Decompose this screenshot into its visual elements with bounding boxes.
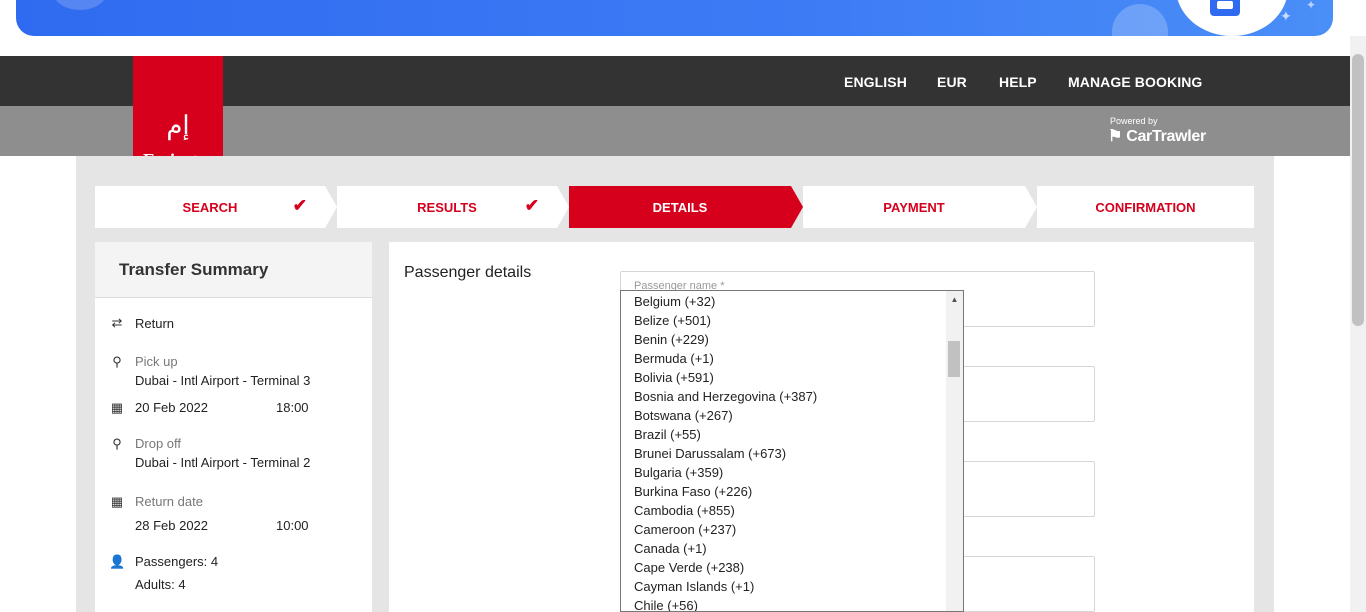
country-code-option[interactable]: Chile (+56)	[621, 596, 963, 611]
country-code-option[interactable]: Bulgaria (+359)	[621, 463, 963, 482]
sparkle-icon: ✦	[1306, 0, 1317, 12]
nav-currency[interactable]: EUR	[937, 74, 967, 90]
page-scrollbar[interactable]	[1350, 36, 1366, 612]
banner-decoration	[1112, 4, 1168, 36]
country-code-option[interactable]: Cameroon (+237)	[621, 520, 963, 539]
dropdown-scrollbar-thumb[interactable]	[948, 341, 960, 377]
person-icon: 👤	[109, 554, 126, 569]
country-code-option[interactable]: Burkina Faso (+226)	[621, 482, 963, 501]
trip-type: Return	[135, 316, 175, 331]
summary-title: Transfer Summary	[95, 242, 372, 298]
banner-decoration	[52, 0, 108, 10]
check-icon: ✔	[292, 196, 307, 215]
pickup-location: Dubai - Intl Airport - Terminal 3	[135, 373, 311, 388]
country-code-option[interactable]: Bermuda (+1)	[621, 349, 963, 368]
country-code-option[interactable]: Cayman Islands (+1)	[621, 577, 963, 596]
country-code-option[interactable]: Cape Verde (+238)	[621, 558, 963, 577]
return-time: 10:00	[276, 518, 309, 533]
calendar-icon: ▦	[110, 494, 124, 509]
dropoff-label: Drop off	[135, 436, 182, 451]
country-code-list: Belgium (+32) Belize (+501) Benin (+229) Be…	[621, 292, 963, 611]
calendar-icon: ▦	[110, 400, 124, 415]
return-date-label: Return date	[135, 494, 203, 509]
check-icon: ✔	[524, 196, 539, 215]
booking-progress-steps: SEARCH ✔ RESULTS ✔ DETAILS PAYMENT CONFI…	[95, 186, 1254, 228]
pickup-label: Pick up	[135, 354, 178, 369]
scroll-up-arrow-icon[interactable]: ▲	[946, 291, 963, 308]
step-label: PAYMENT	[883, 199, 945, 215]
partner-name: CarTrawler	[1126, 128, 1206, 145]
step-label: SEARCH	[182, 199, 238, 215]
country-code-option[interactable]: Brunei Darussalam (+673)	[621, 444, 963, 463]
step-search[interactable]: SEARCH ✔	[95, 186, 325, 228]
form-title: Passenger details	[404, 264, 532, 281]
step-payment: PAYMENT	[803, 186, 1025, 228]
app-icon	[1210, 0, 1240, 16]
country-code-option[interactable]: Cambodia (+855)	[621, 501, 963, 520]
step-results[interactable]: RESULTS ✔	[337, 186, 557, 228]
transfer-summary-panel: Transfer Summary ⇄ Return ⚲ Pick up Duba…	[95, 242, 372, 612]
step-separator	[325, 186, 337, 228]
country-code-option[interactable]: Belize (+501)	[621, 311, 963, 330]
dropdown-scrollbar[interactable]: ▲	[946, 291, 963, 611]
location-pin-icon: ⚲	[112, 436, 122, 451]
adult-count: Adults: 4	[135, 577, 186, 592]
sparkle-icon: ✦	[1280, 8, 1292, 24]
powered-by-label: Powered by	[1110, 116, 1158, 126]
passenger-count: Passengers: 4	[135, 554, 219, 569]
step-confirmation: CONFIRMATION	[1037, 186, 1254, 228]
country-code-option[interactable]: Benin (+229)	[621, 330, 963, 349]
pickup-time: 18:00	[276, 400, 309, 415]
step-separator	[557, 186, 569, 228]
country-code-option[interactable]: Bosnia and Herzegovina (+387)	[621, 387, 963, 406]
location-pin-icon: ⚲	[112, 354, 122, 369]
step-separator	[791, 186, 803, 228]
country-code-option[interactable]: Belgium (+32)	[621, 292, 963, 311]
nav-manage-booking[interactable]: MANAGE BOOKING	[1068, 74, 1202, 90]
cartrawler-logo: ⚑ CarTrawler	[1108, 128, 1206, 145]
nav-help[interactable]: HELP	[999, 74, 1037, 90]
step-label: DETAILS	[652, 199, 708, 215]
page-scrollbar-thumb[interactable]	[1352, 54, 1364, 326]
country-code-option[interactable]: Botswana (+267)	[621, 406, 963, 425]
step-label: RESULTS	[417, 199, 477, 215]
dropoff-location: Dubai - Intl Airport - Terminal 2	[135, 455, 311, 470]
country-code-option[interactable]: Brazil (+55)	[621, 425, 963, 444]
nav-language[interactable]: ENGLISH	[844, 74, 907, 90]
country-code-option[interactable]: Bolivia (+591)	[621, 368, 963, 387]
step-details[interactable]: DETAILS	[569, 186, 791, 228]
return-date: 28 Feb 2022	[135, 518, 209, 533]
country-code-option[interactable]: Canada (+1)	[621, 539, 963, 558]
emirates-arabic-mark: إم	[166, 111, 190, 141]
promo-banner[interactable]: ✦ ✦	[16, 0, 1333, 36]
step-label: CONFIRMATION	[1095, 199, 1196, 215]
country-code-dropdown[interactable]: Belgium (+32) Belize (+501) Benin (+229) Be…	[620, 290, 964, 612]
step-separator	[1025, 186, 1037, 228]
pickup-date: 20 Feb 2022	[135, 400, 209, 415]
return-trip-icon: ⇄	[111, 315, 123, 330]
